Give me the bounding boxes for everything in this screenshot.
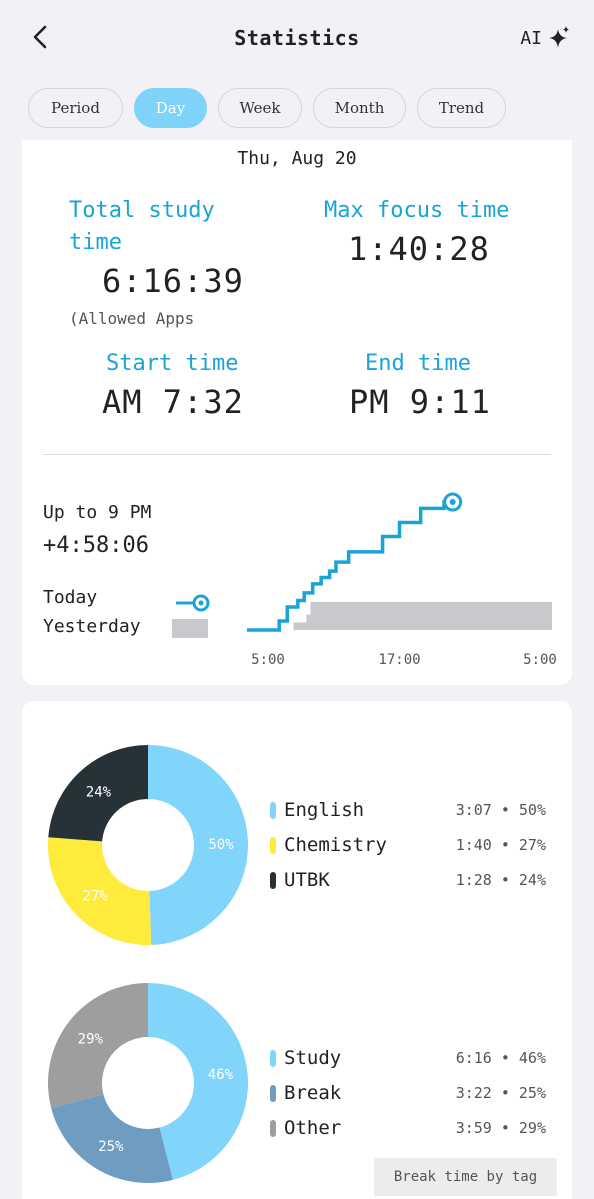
up-to-label: Up to 9 PM xyxy=(43,502,152,523)
legend-name: Other xyxy=(284,1117,342,1139)
legend-name: Study xyxy=(284,1047,342,1069)
legend-value: 1:28 • 24% xyxy=(455,871,546,889)
legend-value: 3:59 • 29% xyxy=(455,1119,546,1137)
legend-value: 3:07 • 50% xyxy=(455,801,546,819)
legend-yesterday-swatch xyxy=(172,619,208,638)
tab-month[interactable]: Month xyxy=(313,88,406,128)
x-tick-label: 17:00 xyxy=(378,652,420,668)
english-swatch xyxy=(270,801,276,819)
tab-day[interactable]: Day xyxy=(134,88,207,128)
total-study-label-line1: Total study xyxy=(69,198,215,223)
total-study-label-line2: time xyxy=(69,230,122,255)
tab-trend[interactable]: Trend xyxy=(417,88,506,128)
today-end-marker-center xyxy=(449,499,456,505)
slice-label: 27% xyxy=(83,888,109,904)
legend-row-break: Break 3:22 • 25% xyxy=(270,1080,546,1106)
subject-donut-chart: 50% 27% 24% xyxy=(48,745,249,945)
slice-label: 29% xyxy=(78,1031,104,1047)
ai-label: AI xyxy=(520,27,542,49)
slice-label: 24% xyxy=(86,784,112,800)
end-time-label: End time xyxy=(365,351,471,376)
other-swatch xyxy=(270,1119,276,1137)
divider xyxy=(43,454,551,455)
end-time-value: PM 9:11 xyxy=(349,383,491,421)
legend-value: 3:22 • 25% xyxy=(455,1084,546,1102)
start-time-label: Start time xyxy=(106,351,239,376)
legend-row-chemistry: Chemistry 1:40 • 27% xyxy=(270,832,546,858)
start-time-value: AM 7:32 xyxy=(102,383,244,421)
break-time-by-tag-button[interactable]: Break time by tag xyxy=(374,1158,557,1196)
legend-name: English xyxy=(284,799,365,821)
total-study-value: 6:16:39 xyxy=(102,262,244,300)
tab-week[interactable]: Week xyxy=(218,88,302,128)
allowed-apps-note: (Allowed Apps xyxy=(69,309,195,328)
study-swatch xyxy=(270,1049,276,1067)
sparkle-icon xyxy=(549,26,569,48)
delta-value: +4:58:06 xyxy=(43,533,149,558)
x-tick-label: 5:00 xyxy=(523,652,557,668)
legend-name: Break xyxy=(284,1082,342,1104)
legend-row-other: Other 3:59 • 29% xyxy=(270,1115,546,1141)
ai-button[interactable]: AI xyxy=(520,24,572,52)
legend-value: 6:16 • 46% xyxy=(455,1049,546,1067)
utbk-swatch xyxy=(270,871,276,889)
slice-label: 25% xyxy=(98,1139,124,1155)
chemistry-swatch xyxy=(270,836,276,854)
x-tick-label: 5:00 xyxy=(251,652,285,668)
yesterday-series xyxy=(272,601,552,630)
comparison-chart: 5:00 17:00 5:00 xyxy=(247,492,557,668)
legend-today-dot-center xyxy=(198,600,204,606)
legend-row-study: Study 6:16 • 46% xyxy=(270,1045,546,1071)
legend-value: 1:40 • 27% xyxy=(455,836,546,854)
summary-card: Thu, Aug 20 Total study time 6:16:39 (Al… xyxy=(22,140,572,685)
tab-period[interactable]: Period xyxy=(28,88,123,128)
max-focus-label: Max focus time xyxy=(324,198,510,223)
period-tabs: Period Day Week Month Trend xyxy=(28,88,506,128)
legend-yesterday-label: Yesterday xyxy=(43,616,141,637)
break-swatch xyxy=(270,1084,276,1102)
slice-label: 46% xyxy=(208,1067,234,1083)
slice-label: 50% xyxy=(208,837,234,853)
date-label: Thu, Aug 20 xyxy=(237,148,357,169)
breakdown-card: 50% 27% 24% English 3:07 • 50% Chemistry 1… xyxy=(22,701,572,1199)
legend-name: UTBK xyxy=(284,869,330,891)
max-focus-value: 1:40:28 xyxy=(348,230,490,268)
time-use-donut-chart: 46% 25% 29% xyxy=(47,983,249,1183)
yesterday-area xyxy=(272,601,552,630)
legend-name: Chemistry xyxy=(284,834,387,856)
page-title: Statistics xyxy=(234,26,360,50)
legend-row-english: English 3:07 • 50% xyxy=(270,797,546,823)
x-axis-ticks: 5:00 17:00 5:00 xyxy=(251,652,557,668)
legend-markers xyxy=(172,594,210,638)
legend-today-label: Today xyxy=(43,587,98,608)
legend-row-utbk: UTBK 1:28 • 24% xyxy=(270,867,546,893)
app-header: Statistics AI xyxy=(0,0,594,76)
